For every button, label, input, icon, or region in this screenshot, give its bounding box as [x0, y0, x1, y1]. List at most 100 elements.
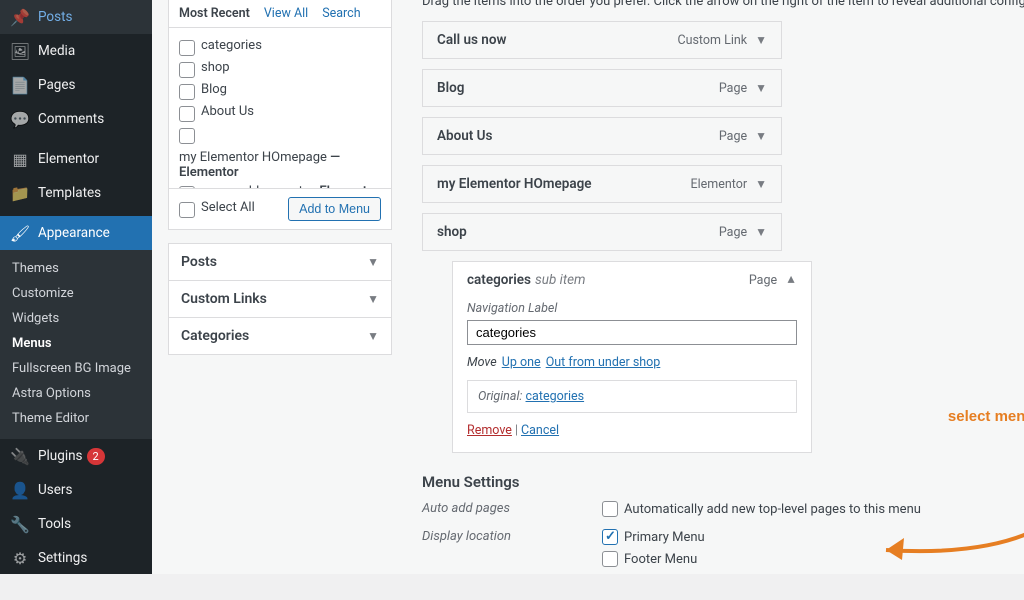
brush-icon: 🖌 — [10, 223, 30, 243]
menu-item-type: Page▼ — [719, 129, 767, 144]
menu-item-editor: Navigation Label Move Up one Out from un… — [452, 289, 812, 453]
sidebar-item-posts[interactable]: 📌Posts — [0, 0, 152, 34]
submenu-widgets[interactable]: Widgets — [0, 306, 152, 331]
page-checkbox[interactable] — [179, 128, 195, 144]
panel-title: Custom Links — [181, 291, 267, 307]
submenu-fullscreen[interactable]: Fullscreen BG Image — [0, 356, 152, 381]
elementor-icon: ▦ — [10, 149, 30, 169]
page-check-row[interactable]: my Elementor HOmepage — Elementor — [179, 124, 385, 182]
menu-item-label: shop — [437, 224, 467, 240]
sidebar-label: Posts — [38, 9, 72, 25]
plugins-update-badge: 2 — [87, 448, 105, 465]
tab-most-recent[interactable]: Most Recent — [179, 0, 250, 27]
display-location-row: Display location Primary Menu Footer Men… — [422, 529, 1024, 573]
sidebar-item-settings[interactable]: ⚙Settings — [0, 541, 152, 574]
admin-sidebar: 📌Posts 🖼 Media 📄Pages 💬Comments ▦ Elemento… — [0, 0, 152, 574]
remove-link[interactable]: Remove — [467, 423, 512, 438]
select-all-label: Select All — [201, 200, 255, 215]
footer-menu-option[interactable]: Footer Menu — [602, 551, 705, 567]
pages-panel: Most Recent View All Search categories s… — [168, 0, 392, 230]
cancel-link[interactable]: Cancel — [521, 423, 559, 438]
display-location-label: Display location — [422, 529, 602, 544]
page-check-row[interactable]: About Us — [179, 102, 385, 124]
menu-item-type: Page▼ — [749, 273, 797, 288]
page-label: About Us — [201, 104, 254, 119]
sidebar-item-templates[interactable]: 📁Templates — [0, 176, 152, 210]
primary-menu-checkbox[interactable] — [602, 529, 618, 545]
page-checkbox[interactable] — [179, 186, 195, 188]
menu-items-list: Call us nowCustom Link▼ BlogPage▼ About … — [422, 17, 1024, 453]
sidebar-item-appearance[interactable]: 🖌Appearance — [0, 216, 152, 250]
custom-links-panel[interactable]: Custom Links▼ — [168, 280, 392, 318]
page-label: categories — [201, 38, 262, 53]
sidebar-item-tools[interactable]: 🔧Tools — [0, 507, 152, 541]
page-check-row[interactable]: my new blog post — Elementor — [179, 182, 385, 188]
posts-panel[interactable]: Posts ▼ — [168, 243, 392, 281]
original-link[interactable]: categories — [526, 389, 585, 404]
submenu-menus[interactable]: Menus — [0, 331, 152, 356]
menu-item-type: Custom Link▼ — [677, 33, 767, 48]
move-out-link[interactable]: Out from under shop — [546, 355, 661, 370]
sidebar-item-users[interactable]: 👤Users — [0, 473, 152, 507]
navigation-label-input[interactable] — [467, 320, 797, 345]
sidebar-label: Elementor — [38, 151, 99, 167]
move-up-link[interactable]: Up one — [502, 355, 541, 370]
page-check-row[interactable]: categories — [179, 36, 385, 58]
page-checkbox[interactable] — [179, 106, 195, 122]
menu-item-label: my Elementor HOmepage — [437, 176, 592, 192]
menu-item-call-us[interactable]: Call us nowCustom Link▼ — [422, 21, 782, 59]
menu-item-type: Page▼ — [719, 225, 767, 240]
folder-icon: 📁 — [10, 183, 30, 203]
pages-checklist[interactable]: categories shop Blog About Us my Element… — [169, 28, 391, 188]
pages-tabs: Most Recent View All Search — [169, 0, 391, 28]
primary-menu-option[interactable]: Primary Menu — [602, 529, 705, 545]
media-icon: 🖼 — [10, 41, 30, 61]
caret-down-icon: ▼ — [367, 255, 379, 269]
sidebar-label: Plugins — [38, 448, 83, 464]
sidebar-item-plugins[interactable]: 🔌Plugins2 — [0, 439, 152, 473]
menu-item-shop[interactable]: shop Page▼ — [422, 213, 782, 251]
select-all-row[interactable]: Select All — [179, 198, 255, 220]
page-check-row[interactable]: shop — [179, 58, 385, 80]
app-root: 📌Posts 🖼 Media 📄Pages 💬Comments ▦ Elemento… — [0, 0, 1024, 574]
help-text: Drag the items into the order you prefer… — [422, 0, 1024, 17]
submenu-astra[interactable]: Astra Options — [0, 381, 152, 406]
page-checkbox[interactable] — [179, 40, 195, 56]
comment-icon: 💬 — [10, 109, 30, 129]
submenu-theme-editor[interactable]: Theme Editor — [0, 406, 152, 431]
sidebar-item-media[interactable]: 🖼 Media — [0, 34, 152, 68]
categories-panel[interactable]: Categories▼ — [168, 317, 392, 355]
page-check-row[interactable]: Blog — [179, 80, 385, 102]
menu-item-about[interactable]: About Us Page▼ — [422, 117, 782, 155]
menu-item-homepage[interactable]: my Elementor HOmepage Elementor▼ — [422, 165, 782, 203]
menu-item-label: About Us — [437, 128, 492, 144]
menu-item-type: Elementor▼ — [691, 177, 768, 192]
submenu-customize[interactable]: Customize — [0, 281, 152, 306]
menu-item-label: Blog — [437, 80, 464, 96]
sidebar-label: Settings — [38, 550, 87, 566]
page-label: Blog — [201, 82, 227, 97]
page-icon: 📄 — [10, 75, 30, 95]
settings-title: Menu Settings — [422, 473, 1024, 491]
select-all-checkbox[interactable] — [179, 202, 195, 218]
sidebar-label: Media — [38, 43, 75, 59]
menu-item-blog[interactable]: BlogPage▼ — [422, 69, 782, 107]
caret-down-icon: ▼ — [755, 33, 767, 47]
add-items-column: Most Recent View All Search categories s… — [152, 0, 392, 574]
move-controls: Move Up one Out from under shop — [467, 355, 797, 370]
page-checkbox[interactable] — [179, 62, 195, 78]
auto-add-option[interactable]: Automatically add new top-level pages to… — [602, 501, 921, 517]
auto-add-checkbox[interactable] — [602, 501, 618, 517]
tab-view-all[interactable]: View All — [264, 0, 308, 27]
panel-title: Posts — [181, 254, 217, 270]
sidebar-item-elementor[interactable]: ▦ Elementor — [0, 142, 152, 176]
sidebar-label: Tools — [38, 516, 71, 532]
sidebar-item-comments[interactable]: 💬Comments — [0, 102, 152, 136]
sidebar-item-pages[interactable]: 📄Pages — [0, 68, 152, 102]
footer-menu-checkbox[interactable] — [602, 551, 618, 567]
submenu-themes[interactable]: Themes — [0, 256, 152, 281]
page-checkbox[interactable] — [179, 84, 195, 100]
add-to-menu-button[interactable]: Add to Menu — [288, 197, 381, 221]
nav-label-title: Navigation Label — [467, 301, 797, 316]
tab-search[interactable]: Search — [322, 0, 360, 27]
